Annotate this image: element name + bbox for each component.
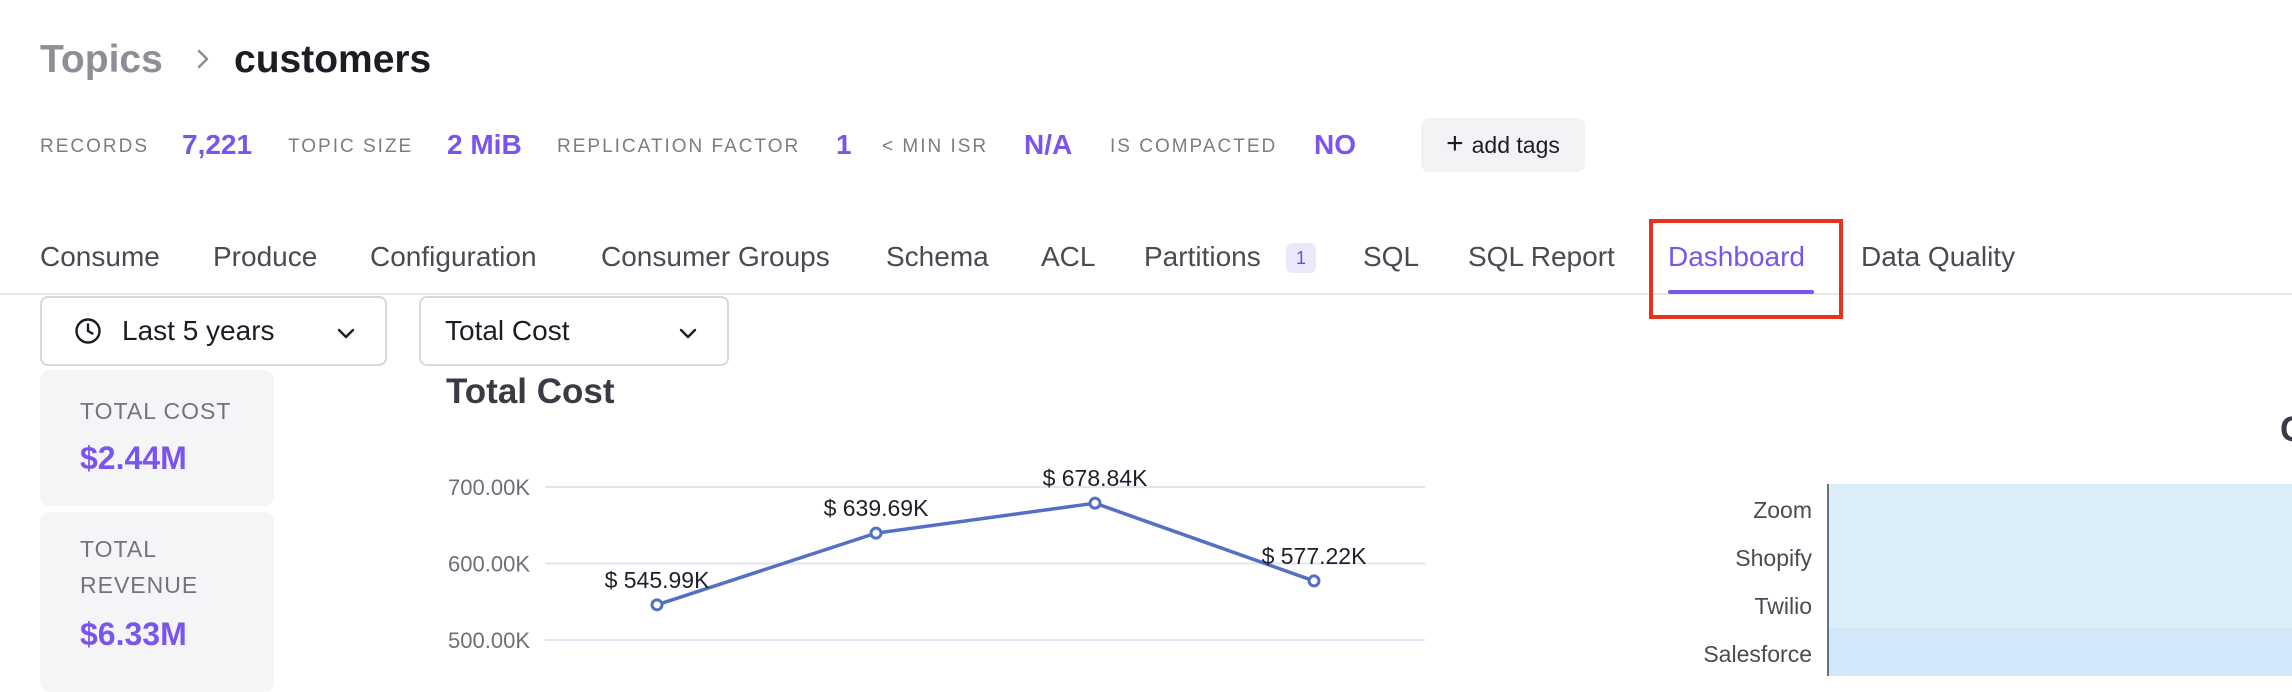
y-tick-label: 600.00K xyxy=(448,552,530,577)
series-line xyxy=(656,501,1315,607)
total-revenue-value: $6.33M xyxy=(80,616,187,652)
clock-icon xyxy=(75,318,101,344)
tab-sql-report[interactable]: SQL Report xyxy=(1468,241,1615,273)
time-range-value: Last 5 years xyxy=(122,315,275,346)
data-point[interactable] xyxy=(869,526,883,540)
bar-category-label: Shopify xyxy=(1735,545,1812,571)
tab-consume[interactable]: Consume xyxy=(40,241,160,273)
dashboard-tab-highlight xyxy=(1649,219,1843,319)
chevron-down-icon xyxy=(337,328,355,339)
bar-band-salesforce xyxy=(1828,628,2292,676)
data-label: $ 639.69K xyxy=(824,495,930,521)
is-compacted-label: IS COMPACTED xyxy=(1110,136,1278,157)
min-isr-label: < MIN ISR xyxy=(882,136,989,157)
chevron-right-icon xyxy=(197,49,209,69)
total-revenue-label-line2: REVENUE xyxy=(80,572,199,598)
tab-acl[interactable]: ACL xyxy=(1041,241,1095,273)
plus-icon: + xyxy=(1446,126,1464,160)
tab-partitions[interactable]: Partitions xyxy=(1144,241,1261,273)
customer-bar-chart: Zoom Shopify Twilio Salesforce xyxy=(1600,440,2292,676)
min-isr-value: N/A xyxy=(1024,129,1073,160)
data-label: $ 678.84K xyxy=(1043,465,1149,491)
bar-category-label: Twilio xyxy=(1754,593,1812,619)
add-tags-button[interactable]: + add tags xyxy=(1421,118,1585,172)
bar-category-label: Zoom xyxy=(1753,497,1812,523)
partial-chart-title: C xyxy=(2280,410,2292,450)
data-label: $ 577.22K xyxy=(1262,543,1368,569)
y-tick-label: 700.00K xyxy=(448,475,530,500)
data-point[interactable] xyxy=(1088,496,1102,510)
metric-value: Total Cost xyxy=(445,315,570,346)
total-cost-line-chart: 700.00K 600.00K 500.00K $ 545.99K $ 639.69K $… xyxy=(448,465,1425,653)
bar-band-light xyxy=(1828,484,2292,628)
is-compacted-value: NO xyxy=(1314,129,1356,160)
total-cost-label: TOTAL COST xyxy=(80,398,232,424)
chart-title: Total Cost xyxy=(446,372,615,411)
page-title: customers xyxy=(234,38,432,81)
total-cost-value: $2.44M xyxy=(80,440,187,476)
tabs-divider xyxy=(0,293,2292,295)
add-tags-label: add tags xyxy=(1471,131,1560,158)
time-range-select[interactable]: Last 5 years xyxy=(40,296,387,366)
tab-sql[interactable]: SQL xyxy=(1363,241,1419,273)
chevron-down-icon xyxy=(679,328,697,339)
bar-axis-line xyxy=(1827,484,1829,676)
records-value: 7,221 xyxy=(182,129,253,160)
data-point[interactable] xyxy=(1307,574,1321,588)
breadcrumb-topics-link[interactable]: Topics xyxy=(40,38,163,82)
replication-factor-label: REPLICATION FACTOR xyxy=(557,136,801,157)
bar-category-label: Salesforce xyxy=(1703,641,1812,667)
data-point[interactable] xyxy=(650,598,664,612)
y-tick-label: 500.00K xyxy=(448,628,530,653)
topic-size-label: TOPIC SIZE xyxy=(288,136,414,157)
topic-size-value: 2 MiB xyxy=(447,129,522,160)
tab-data-quality[interactable]: Data Quality xyxy=(1861,241,2015,273)
tab-schema[interactable]: Schema xyxy=(886,241,989,273)
tab-consumer-groups[interactable]: Consumer Groups xyxy=(601,241,830,273)
partitions-count-badge: 1 xyxy=(1286,243,1316,273)
total-revenue-card: TOTAL REVENUE $6.33M xyxy=(40,512,274,692)
records-label: RECORDS xyxy=(40,136,150,157)
replication-factor-value: 1 xyxy=(836,129,852,160)
total-revenue-label-line1: TOTAL xyxy=(80,536,157,562)
metric-select[interactable]: Total Cost xyxy=(419,296,729,366)
total-cost-card: TOTAL COST $2.44M xyxy=(40,370,274,506)
data-label: $ 545.99K xyxy=(605,567,711,593)
tab-produce[interactable]: Produce xyxy=(213,241,317,273)
tab-configuration[interactable]: Configuration xyxy=(370,241,537,273)
